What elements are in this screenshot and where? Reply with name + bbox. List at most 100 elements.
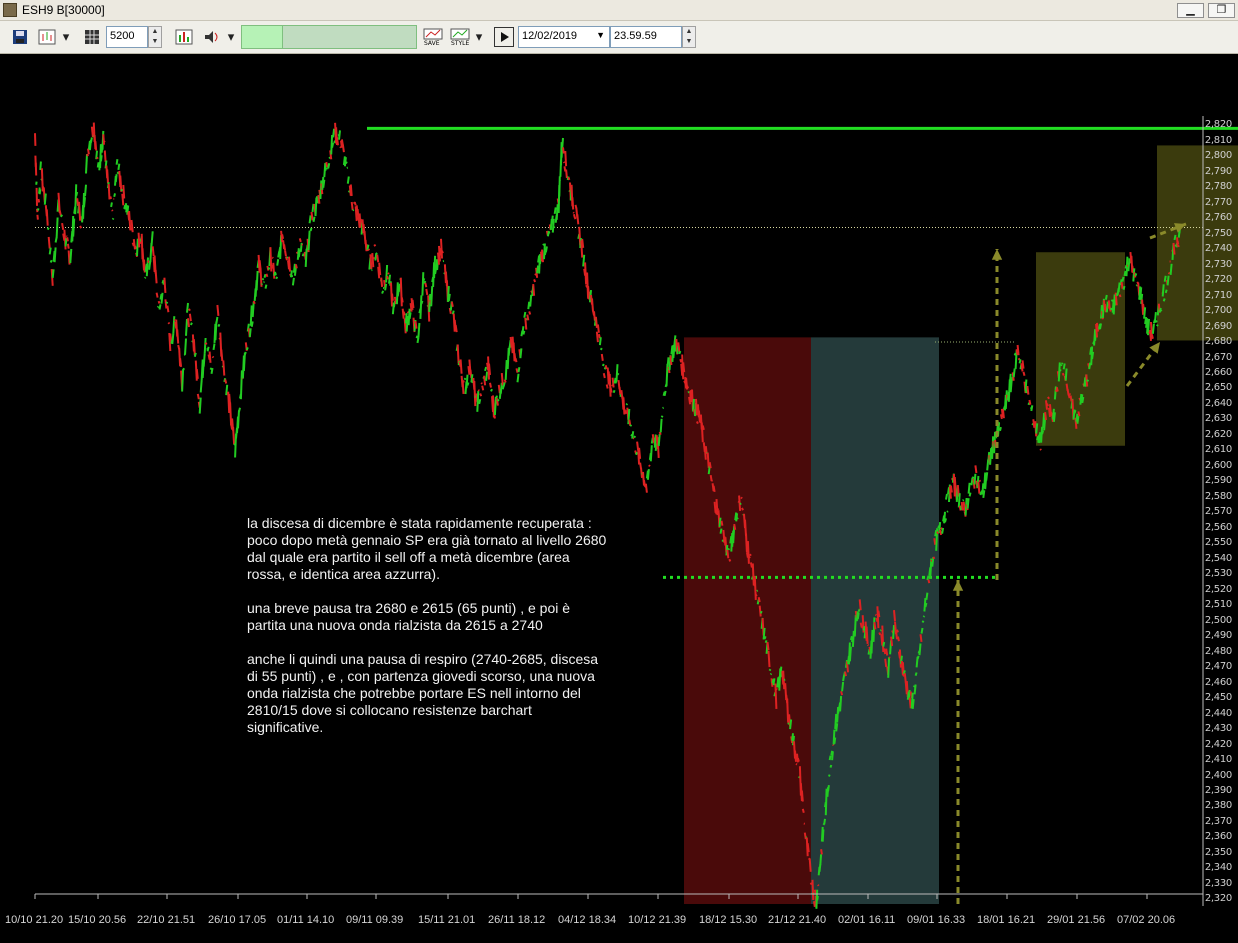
sound-icon[interactable]	[202, 27, 222, 47]
price-segment	[624, 409, 628, 415]
style-dropdown-icon[interactable]: ▾	[472, 27, 486, 47]
price-segment	[1103, 303, 1107, 313]
price-segment	[433, 255, 437, 279]
price-segment	[709, 474, 713, 482]
price-tick-label: 2,470	[1204, 661, 1232, 673]
price-segment	[635, 451, 639, 456]
price-segment	[188, 308, 191, 312]
price-segment	[840, 690, 844, 696]
price-segment	[604, 364, 608, 370]
price-segment	[415, 335, 419, 339]
style-icon[interactable]: STYLE	[450, 27, 470, 47]
commentary-paragraph-3: anche li quindi una pausa di respiro (27…	[247, 651, 599, 735]
price-segment	[424, 282, 428, 288]
price-segment	[625, 403, 629, 406]
price-segment	[1047, 396, 1050, 400]
price-segment	[522, 330, 526, 335]
price-segment	[481, 385, 485, 391]
price-segment	[749, 553, 752, 557]
price-segment	[507, 346, 511, 356]
price-segment	[695, 421, 699, 425]
price-segment	[946, 510, 949, 513]
price-segment	[179, 358, 183, 368]
chart-type-dropdown-icon[interactable]: ▾	[59, 27, 73, 47]
price-segment	[155, 292, 159, 298]
price-segment	[48, 247, 52, 255]
price-segment	[944, 518, 947, 523]
price-segment	[367, 248, 371, 251]
price-segment	[1105, 301, 1109, 313]
save-study-icon[interactable]: SAVE	[423, 27, 443, 47]
price-segment	[500, 373, 504, 386]
price-segment	[196, 393, 200, 400]
price-segment	[402, 311, 406, 316]
price-segment	[189, 322, 193, 326]
price-segment	[962, 501, 966, 512]
price-segment	[137, 232, 141, 248]
price-segment	[480, 382, 483, 385]
price-segment	[1162, 298, 1166, 302]
price-segment	[176, 329, 180, 344]
price-segment	[1088, 362, 1092, 370]
price-chart[interactable]: 2,820 2,810 2,800 2,790 2,780 2,770 2,760 2,750…	[0, 56, 1238, 943]
price-segment	[561, 137, 564, 149]
price-segment	[1104, 294, 1108, 300]
minimize-button[interactable]: ▁	[1177, 3, 1204, 18]
price-segment	[166, 305, 170, 313]
price-segment	[831, 751, 834, 761]
time-spinner[interactable]: ▲ ▼	[682, 26, 696, 48]
price-segment	[466, 382, 470, 386]
price-tick-label: 2,750	[1204, 227, 1232, 239]
save-icon[interactable]	[10, 27, 30, 47]
price-tick-label: 2,460	[1204, 676, 1232, 688]
sound-dropdown-icon[interactable]: ▾	[224, 27, 238, 47]
date-picker[interactable]: 12/02/2019 ▼	[518, 26, 610, 48]
price-segment	[422, 277, 426, 281]
price-segment	[1091, 351, 1095, 360]
price-segment	[117, 163, 121, 171]
price-segment	[553, 225, 556, 229]
price-segment	[66, 243, 70, 249]
price-segment	[384, 283, 388, 291]
play-icon[interactable]	[494, 27, 514, 47]
price-segment	[497, 398, 500, 402]
price-segment	[1052, 412, 1056, 423]
price-segment	[974, 465, 978, 474]
price-segment	[757, 596, 761, 603]
restore-button[interactable]: ❐	[1208, 3, 1235, 18]
price-segment	[158, 304, 162, 310]
time-input[interactable]: 23.59.59	[610, 26, 682, 48]
price-tick-label: 2,530	[1204, 568, 1232, 580]
price-segment	[1151, 323, 1155, 334]
time-tick-label: 10/12 21.39	[628, 914, 687, 926]
price-segment	[111, 217, 115, 221]
price-segment	[962, 499, 965, 502]
price-segment	[1026, 385, 1030, 395]
price-segment	[913, 684, 917, 695]
bar-chart-icon[interactable]	[174, 27, 194, 47]
price-segment	[801, 808, 805, 814]
price-tick-label: 2,440	[1204, 707, 1232, 719]
price-segment	[421, 272, 425, 296]
price-segment	[315, 195, 319, 199]
price-segment	[733, 523, 737, 530]
price-segment	[1021, 360, 1025, 369]
price-segment	[839, 695, 843, 712]
price-segment	[715, 499, 719, 516]
price-segment	[873, 622, 877, 630]
price-segment	[212, 343, 216, 351]
price-segment	[601, 363, 605, 367]
up-arrow-1-head	[952, 580, 964, 591]
price-tick-label: 2,660	[1204, 366, 1232, 378]
bars-count-spinner[interactable]: ▲ ▼	[148, 26, 162, 48]
chart-type-icon[interactable]	[37, 27, 57, 47]
price-segment	[640, 467, 643, 478]
price-segment	[299, 242, 303, 252]
price-segment	[949, 485, 953, 493]
price-segment	[1058, 368, 1062, 372]
bars-count-input[interactable]: 5200	[106, 26, 148, 48]
grid-icon[interactable]	[82, 27, 102, 47]
price-segment	[879, 629, 882, 632]
price-segment	[297, 249, 301, 258]
date-dropdown-icon[interactable]: ▼	[596, 30, 605, 40]
